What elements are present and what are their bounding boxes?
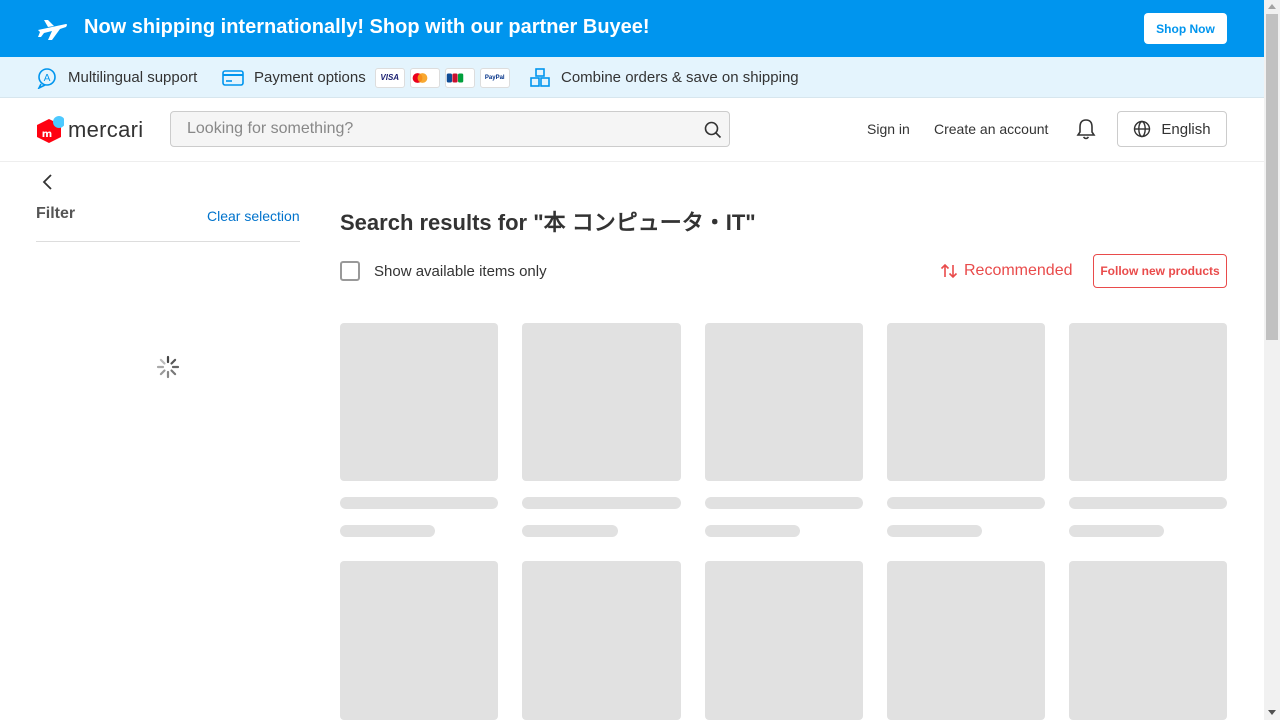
- search-icon[interactable]: [704, 121, 722, 139]
- translate-icon: A: [37, 67, 56, 89]
- product-price-placeholder: [340, 525, 435, 537]
- banner-text: Now shipping internationally! Shop with …: [84, 16, 650, 38]
- svg-text:A: A: [44, 73, 51, 84]
- back-arrow-icon[interactable]: [40, 172, 56, 192]
- product-title-placeholder: [887, 497, 1045, 509]
- available-only-label: Show available items only: [374, 262, 547, 280]
- svg-text:m: m: [42, 129, 52, 140]
- multilingual-support: A Multilingual support: [36, 57, 197, 98]
- mastercard-icon: [409, 67, 440, 88]
- payment-options: Payment options VISA PayPal: [222, 57, 510, 98]
- clear-selection-link[interactable]: Clear selection: [207, 208, 300, 224]
- product-image-placeholder: [887, 323, 1045, 481]
- scroll-down-arrow-icon[interactable]: [1268, 710, 1276, 715]
- page-scrollbar[interactable]: [1264, 0, 1280, 720]
- product-title-placeholder: [1069, 497, 1227, 509]
- product-image-placeholder: [340, 561, 498, 720]
- language-label: English: [1161, 120, 1211, 138]
- available-only-checkbox[interactable]: [340, 261, 360, 281]
- filter-title: Filter: [36, 205, 76, 222]
- shop-now-button[interactable]: Shop Now: [1144, 13, 1227, 44]
- follow-new-products-button[interactable]: Follow new products: [1093, 254, 1227, 288]
- visa-card-icon: VISA: [374, 67, 405, 88]
- airplane-icon: [38, 20, 67, 40]
- product-image-placeholder: [1069, 323, 1227, 481]
- loading-spinner-icon: [156, 355, 180, 379]
- search-results-title: Search results for "本 コンピュータ・IT": [340, 210, 756, 235]
- create-account-link[interactable]: Create an account: [934, 121, 1048, 137]
- combine-orders: Combine orders & save on shipping: [529, 57, 799, 98]
- sort-arrows-icon: [940, 263, 958, 279]
- search-bar: [170, 111, 730, 147]
- site-header: m mercari Sign in Create an account Engl…: [0, 98, 1264, 162]
- product-image-placeholder: [340, 323, 498, 481]
- mercari-logo-icon: m: [37, 116, 64, 143]
- product-price-placeholder: [1069, 525, 1164, 537]
- logo-text: mercari: [68, 117, 144, 142]
- product-price-placeholder: [522, 525, 618, 537]
- globe-icon: [1134, 120, 1151, 138]
- product-price-placeholder: [887, 525, 982, 537]
- combine-label: Combine orders & save on shipping: [561, 69, 799, 86]
- shipping-banner: Now shipping internationally! Shop with …: [0, 0, 1264, 57]
- jcb-card-icon: [444, 67, 475, 88]
- product-image-placeholder: [887, 561, 1045, 720]
- mercari-logo[interactable]: m mercari: [36, 115, 143, 145]
- multilingual-label: Multilingual support: [68, 69, 198, 86]
- language-selector[interactable]: English: [1117, 111, 1227, 147]
- product-title-placeholder: [522, 497, 681, 509]
- sidebar-divider: [36, 241, 300, 242]
- payment-label: Payment options: [254, 69, 366, 86]
- scroll-up-arrow-icon[interactable]: [1268, 4, 1276, 9]
- product-title-placeholder: [705, 497, 863, 509]
- available-only-toggle[interactable]: Show available items only: [340, 261, 547, 281]
- sort-label: Recommended: [964, 262, 1073, 279]
- credit-card-icon: [222, 69, 244, 86]
- product-image-placeholder: [705, 323, 863, 481]
- sort-selector[interactable]: Recommended: [940, 262, 1073, 280]
- info-bar: A Multilingual support Payment options V…: [0, 57, 1264, 98]
- search-input[interactable]: [171, 112, 691, 146]
- product-image-placeholder: [522, 323, 681, 481]
- product-price-placeholder: [705, 525, 800, 537]
- product-image-placeholder: [1069, 561, 1227, 720]
- product-image-placeholder: [705, 561, 863, 720]
- product-title-placeholder: [340, 497, 498, 509]
- scrollbar-thumb[interactable]: [1266, 14, 1278, 340]
- notification-bell-icon[interactable]: [1076, 118, 1096, 140]
- boxes-icon: [530, 67, 550, 87]
- paypal-card-icon: PayPal: [479, 67, 510, 88]
- sign-in-link[interactable]: Sign in: [867, 121, 910, 137]
- product-image-placeholder: [522, 561, 681, 720]
